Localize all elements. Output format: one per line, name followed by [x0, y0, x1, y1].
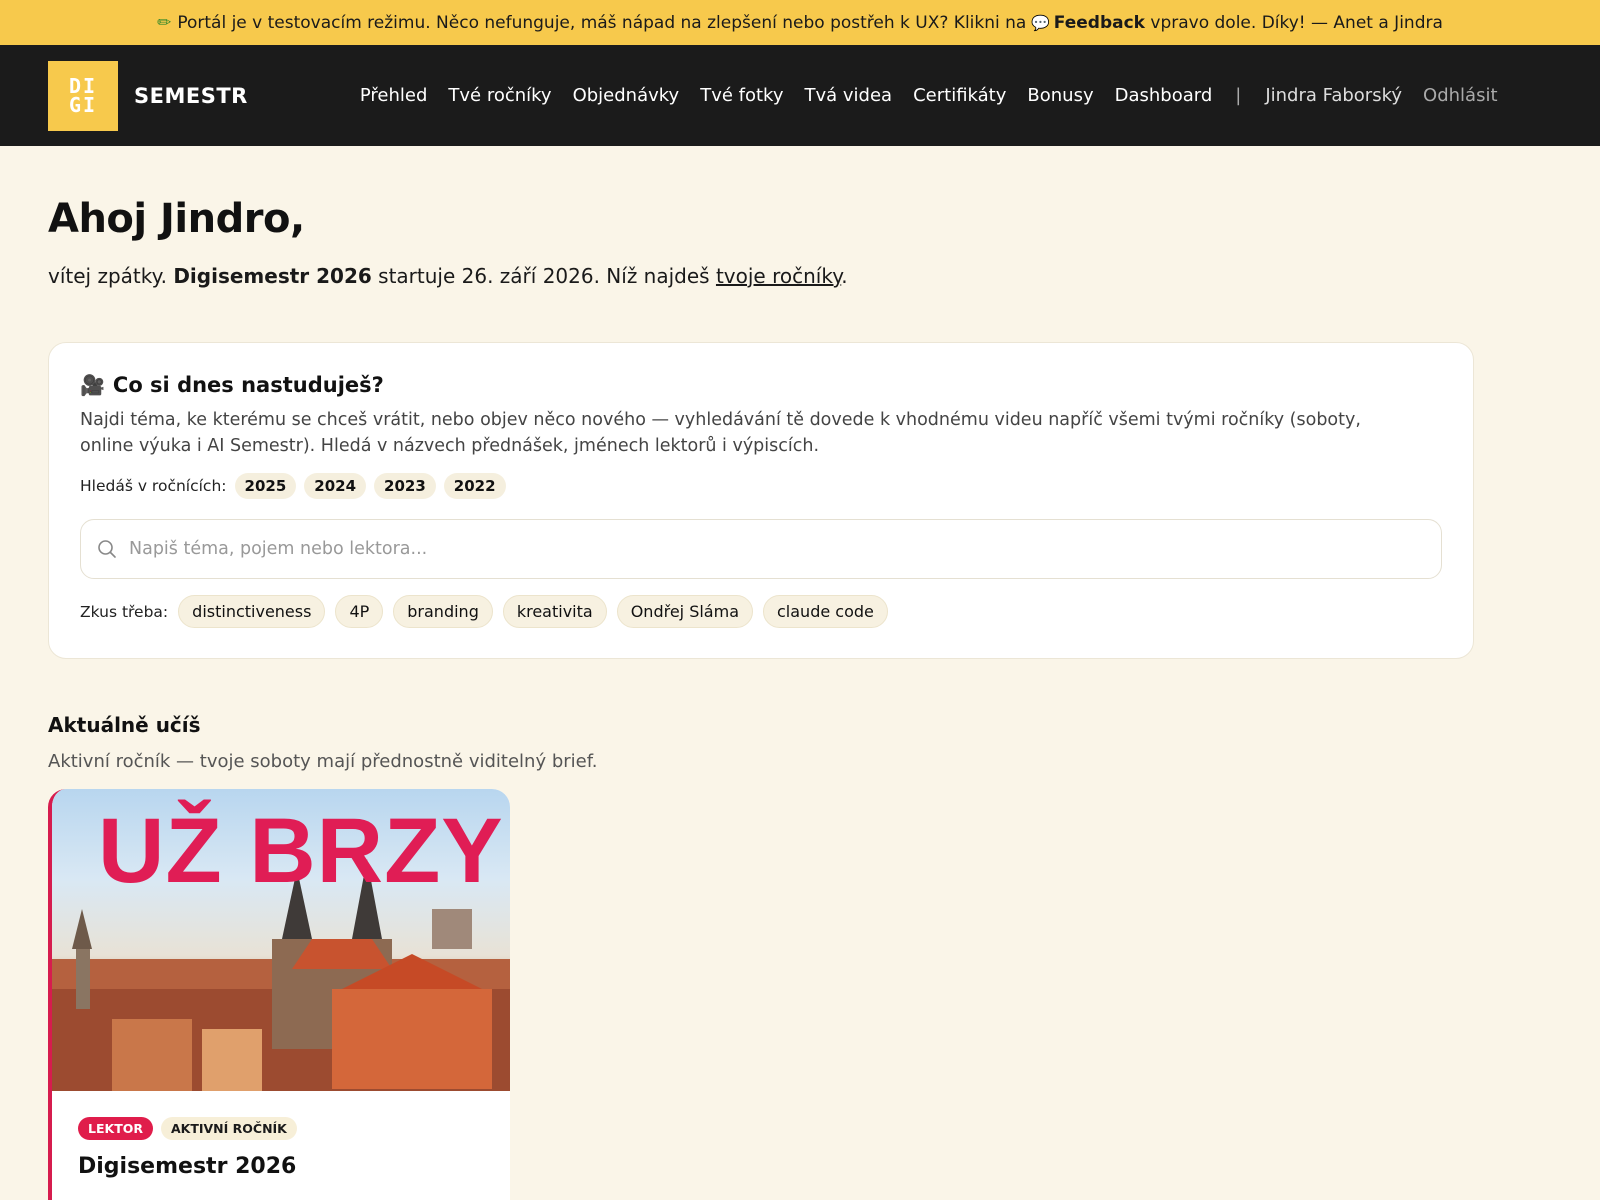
logo-line-2: GI [68, 92, 98, 117]
nav-item-tve-rocniky[interactable]: Tvé ročníky [448, 85, 551, 106]
banner-text-pre: Portál je v testovacím režimu. Něco nefu… [177, 12, 1027, 33]
search-icon [98, 540, 116, 558]
search-box[interactable] [80, 519, 1442, 579]
nav-item-bonusy[interactable]: Bonusy [1027, 85, 1093, 106]
pencil-icon: ✏ [157, 12, 172, 33]
nav-separator: | [1235, 85, 1242, 106]
intro-end: . [841, 264, 848, 288]
nav-item-tve-fotky[interactable]: Tvé fotky [700, 85, 783, 106]
course-badges: LEKTOR AKTIVNÍ ROČNÍK [78, 1117, 484, 1140]
intro-mid: startuje 26. září 2026. Níž najdeš [378, 264, 710, 288]
years-label: Hledáš v ročnících: [80, 477, 227, 495]
suggestion-tag[interactable]: claude code [763, 595, 888, 628]
suggestion-tag[interactable]: 4P [335, 595, 384, 628]
your-years-link[interactable]: tvoje ročníky [716, 264, 841, 288]
year-chip-2025[interactable]: 2025 [234, 473, 297, 499]
search-input[interactable] [129, 539, 1329, 559]
test-mode-banner: ✏ Portál je v testovacím režimu. Něco ne… [0, 0, 1600, 45]
main-content: Ahoj Jindro, vítej zpátky. Digisemestr 2… [0, 196, 1600, 1200]
nav-item-certifikaty[interactable]: Certifikáty [913, 85, 1006, 106]
suggestions: Zkus třeba: distinctiveness 4P branding … [80, 595, 1442, 628]
nav-item-dashboard[interactable]: Dashboard [1115, 85, 1213, 106]
search-card-description: Najdi téma, ke kterému se chceš vrátit, … [80, 410, 1361, 456]
page-greeting: Ahoj Jindro, [48, 196, 305, 242]
speech-bubble-icon: 💬 [1026, 13, 1050, 32]
suggestion-tag[interactable]: distinctiveness [178, 595, 326, 628]
role-badge: LEKTOR [78, 1117, 153, 1140]
course-card[interactable]: UŽ BRZY LEKTOR AKTIVNÍ ROČNÍK Digisemest… [48, 789, 510, 1200]
current-section-title: Aktuálně učíš [48, 713, 201, 737]
banner-feedback: Feedback [1053, 12, 1145, 33]
year-chip-2023[interactable]: 2023 [374, 473, 436, 499]
intro-pre: vítej zpátky. [48, 264, 167, 288]
course-card-body: LEKTOR AKTIVNÍ ROČNÍK Digisemestr 2026 [52, 1091, 510, 1200]
logout-link[interactable]: Odhlásit [1423, 85, 1497, 106]
search-card-title-text: Co si dnes nastuduješ? [112, 373, 384, 397]
course-title: Digisemestr 2026 [78, 1154, 297, 1179]
user-name[interactable]: Jindra Faborský [1265, 85, 1402, 106]
nav-item-tva-videa[interactable]: Tvá videa [805, 85, 893, 106]
banner-text-post: vpravo dole. Díky! — Anet a Jindra [1150, 12, 1443, 33]
suggestions-label: Zkus třeba: [80, 602, 169, 621]
movie-camera-icon: 🎥 [80, 373, 105, 397]
year-chip-2024[interactable]: 2024 [304, 473, 367, 499]
year-filter: Hledáš v ročnících: 2025 2024 2023 2022 [80, 473, 1442, 499]
nav-item-prehled[interactable]: Přehled [360, 85, 428, 106]
suggestion-tag[interactable]: kreativita [502, 595, 607, 628]
suggestion-tag[interactable]: branding [393, 595, 493, 628]
cover-headline: UŽ BRZY [98, 800, 504, 902]
digi-logo[interactable]: DI GI [48, 60, 118, 131]
intro-text: vítej zpátky. Digisemestr 2026 startuje … [48, 264, 1552, 288]
logo-wordmark[interactable]: SEMESTR [134, 84, 248, 108]
year-chip-2022[interactable]: 2022 [443, 473, 506, 499]
search-card: 🎥 Co si dnes nastuduješ? Najdi téma, ke … [48, 342, 1474, 659]
course-cover-image: UŽ BRZY [52, 789, 510, 1091]
status-badge: AKTIVNÍ ROČNÍK [160, 1117, 297, 1140]
intro-course-name: Digisemestr 2026 [173, 264, 372, 288]
current-section-subtitle: Aktivní ročník — tvoje soboty mají předn… [48, 751, 598, 772]
nav-item-objednavky[interactable]: Objednávky [573, 85, 680, 106]
top-navigation: DI GI SEMESTR Přehled Tvé ročníky Objedn… [0, 45, 1600, 146]
nav-links: Přehled Tvé ročníky Objednávky Tvé fotky… [360, 85, 1498, 106]
search-card-title: 🎥 Co si dnes nastuduješ? [80, 373, 1442, 397]
suggestion-tag[interactable]: Ondřej Sláma [616, 595, 753, 628]
